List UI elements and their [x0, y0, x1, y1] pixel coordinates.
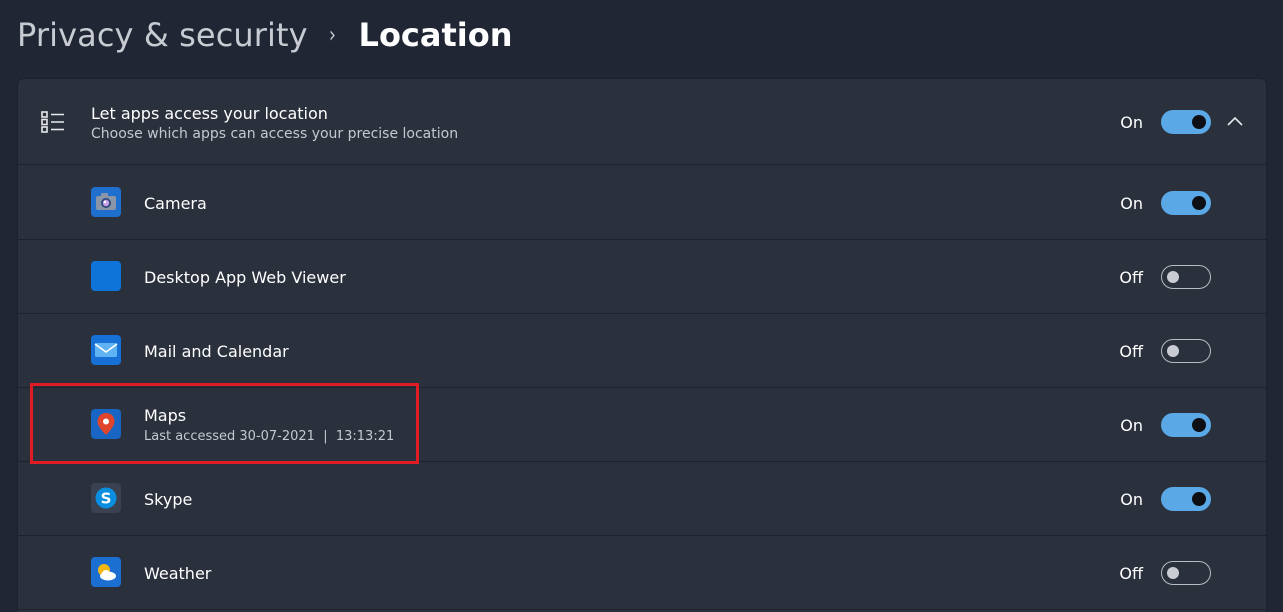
breadcrumb: Privacy & security › Location	[17, 12, 513, 58]
highlight-annotation-box	[30, 383, 419, 464]
maps-location-toggle[interactable]	[1161, 413, 1211, 437]
skype-icon: S	[91, 483, 121, 513]
toggle-knob	[1192, 196, 1206, 210]
mail-icon	[91, 335, 121, 365]
app-row-skype: S Skype On	[18, 462, 1266, 536]
toggle-knob	[1167, 271, 1179, 283]
settings-page: Privacy & security › Location Let apps a…	[0, 0, 1283, 612]
setting-subtitle: Choose which apps can access your precis…	[91, 126, 459, 142]
app-name: Skype	[144, 490, 193, 509]
app-row-desktop-app-web-viewer: Desktop App Web Viewer Off	[18, 240, 1266, 314]
state-label: Off	[1119, 268, 1143, 287]
app-name: Desktop App Web Viewer	[144, 268, 346, 287]
chevron-up-icon[interactable]	[1227, 115, 1243, 127]
app-name: Weather	[144, 564, 212, 583]
app-name: Camera	[144, 194, 207, 213]
toggle-knob	[1192, 115, 1206, 129]
web-viewer-icon	[91, 261, 121, 291]
mail-and-calendar-location-toggle[interactable]	[1161, 339, 1211, 363]
desktop-app-web-viewer-location-toggle[interactable]	[1161, 265, 1211, 289]
state-label: Off	[1119, 342, 1143, 361]
breadcrumb-separator-icon: ›	[328, 22, 336, 48]
list-settings-icon	[41, 111, 64, 133]
camera-icon	[91, 187, 121, 217]
weather-icon	[91, 557, 121, 587]
app-row-weather: Weather Off	[18, 536, 1266, 610]
skype-location-toggle[interactable]	[1161, 487, 1211, 511]
camera-location-toggle[interactable]	[1161, 191, 1211, 215]
setting-title: Let apps access your location	[91, 104, 328, 123]
state-label: On	[1120, 490, 1143, 509]
svg-text:S: S	[101, 490, 112, 508]
let-apps-access-location-row[interactable]: Let apps access your location Choose whi…	[18, 79, 1266, 165]
state-label: Off	[1119, 564, 1143, 583]
toggle-knob	[1192, 492, 1206, 506]
state-label: On	[1120, 416, 1143, 435]
location-apps-card: Let apps access your location Choose whi…	[17, 78, 1267, 612]
weather-location-toggle[interactable]	[1161, 561, 1211, 585]
toggle-knob	[1167, 345, 1179, 357]
state-label: On	[1120, 113, 1143, 132]
toggle-knob	[1167, 567, 1179, 579]
app-row-mail-and-calendar: Mail and Calendar Off	[18, 314, 1266, 388]
breadcrumb-parent-link[interactable]: Privacy & security	[17, 16, 308, 54]
location-access-toggle[interactable]	[1161, 110, 1211, 134]
app-name: Mail and Calendar	[144, 342, 289, 361]
page-title: Location	[358, 16, 513, 54]
toggle-knob	[1192, 418, 1206, 432]
app-row-camera: Camera On	[18, 166, 1266, 240]
state-label: On	[1120, 194, 1143, 213]
